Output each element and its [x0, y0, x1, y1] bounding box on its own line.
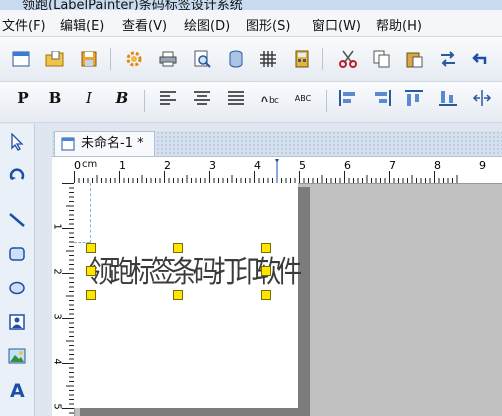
window-title: 领跑(LabelPainter)条码标签设计系统 — [22, 0, 243, 10]
menu-edit[interactable]: 编辑(E) — [60, 15, 104, 34]
menu-file[interactable]: 文件(F) — [2, 15, 46, 34]
save-icon[interactable] — [79, 49, 99, 69]
text-tool-icon[interactable]: A — [5, 378, 29, 402]
vertical-ruler: 1 2 3 4 5 — [52, 183, 75, 416]
ruler-v-label: 1 — [51, 223, 63, 230]
vertical-ruler-ticks — [62, 183, 74, 414]
print-icon[interactable] — [158, 49, 178, 69]
ruler-corner — [52, 157, 74, 183]
new-document-icon[interactable] — [11, 49, 31, 69]
svg-text:A: A — [10, 380, 25, 400]
standard-toolbar — [0, 37, 502, 82]
text-fit-button[interactable]: ABC — [290, 88, 316, 108]
align-center-icon[interactable] — [192, 88, 212, 108]
settings-gear-icon[interactable] — [124, 49, 144, 69]
text-wrap-icon[interactable]: bc — [260, 88, 280, 108]
title-bar: 领跑(LabelPainter)条码标签设计系统 — [0, 0, 502, 10]
ruler-h-label: 6 — [344, 159, 351, 172]
align-right-edge-icon[interactable] — [372, 88, 392, 108]
line-tool-icon[interactable] — [5, 208, 29, 232]
align-justify-icon[interactable] — [226, 88, 246, 108]
print-preview-icon[interactable] — [192, 49, 212, 69]
menu-help[interactable]: 帮助(H) — [376, 15, 422, 34]
paste-icon[interactable] — [404, 49, 424, 69]
drawing-toolbox: A — [0, 124, 35, 416]
selection-handle-bottom-left[interactable] — [86, 290, 96, 300]
rectangle-tool-icon[interactable] — [5, 242, 29, 266]
svg-text:c: c — [274, 96, 279, 106]
selection-handle-middle-right[interactable] — [261, 266, 271, 276]
grid-icon[interactable] — [258, 49, 278, 69]
ellipse-tool-icon[interactable] — [5, 276, 29, 300]
ruler-h-label: 7 — [389, 159, 396, 172]
document-tab[interactable]: 未命名-1 * — [54, 131, 155, 156]
ruler-h-label: 4 — [254, 159, 261, 172]
ruler-h-label: 9 — [479, 159, 486, 172]
selection-handle-bottom-right[interactable] — [261, 290, 271, 300]
menu-view[interactable]: 查看(V) — [122, 15, 167, 34]
ruler-v-label: 4 — [51, 358, 63, 365]
copy-icon[interactable] — [372, 49, 392, 69]
ruler-v-label: 5 — [51, 403, 63, 410]
ruler-v-label: 2 — [51, 268, 63, 275]
format-toolbar: P B I B bc ABC — [0, 82, 502, 123]
calculator-icon[interactable] — [292, 49, 312, 69]
distribute-icon[interactable] — [472, 88, 492, 108]
document-icon — [61, 137, 75, 151]
align-bottom-edge-icon[interactable] — [438, 88, 458, 108]
ruler-h-label: 0 — [74, 159, 81, 172]
flip-arrows-icon[interactable] — [438, 49, 458, 69]
undo-icon[interactable] — [470, 49, 490, 69]
guide-line-vertical — [90, 183, 91, 243]
ruler-h-label: 5 — [299, 159, 306, 172]
selection-handle-top-center[interactable] — [173, 243, 183, 253]
menu-shape[interactable]: 图形(S) — [246, 15, 290, 34]
database-icon[interactable] — [226, 49, 246, 69]
menu-window[interactable]: 窗口(W) — [312, 15, 361, 34]
document-tab-title: 未命名-1 * — [81, 136, 144, 151]
ruler-unit: cm — [82, 159, 98, 170]
ruler-h-label: 2 — [164, 159, 171, 172]
horizontal-ruler: cm 0 1 2 3 4 5 6 7 8 9 — [74, 157, 502, 184]
ruler-v-label: 3 — [51, 313, 63, 320]
align-left-edge-icon[interactable] — [338, 88, 358, 108]
ruler-h-label: 8 — [434, 159, 441, 172]
menu-bar: 文件(F) 编辑(E) 查看(V) 绘图(D) 图形(S) 窗口(W) 帮助(H… — [0, 10, 502, 37]
align-top-edge-icon[interactable] — [404, 88, 424, 108]
italic-button[interactable]: I — [79, 88, 99, 108]
ruler-h-label: 1 — [119, 159, 126, 172]
selection-handle-middle-left[interactable] — [86, 266, 96, 276]
picture-tool-icon[interactable] — [5, 344, 29, 368]
menu-draw[interactable]: 绘图(D) — [184, 15, 230, 34]
cut-icon[interactable] — [338, 49, 358, 69]
image-frame-tool-icon[interactable] — [5, 310, 29, 334]
document-tab-strip: 未命名-1 * — [52, 131, 502, 157]
selection-handle-top-left[interactable] — [86, 243, 96, 253]
open-folder-icon[interactable] — [45, 49, 65, 69]
selection-handle-top-right[interactable] — [261, 243, 271, 253]
rotate-tool-icon[interactable] — [5, 164, 29, 188]
align-left-icon[interactable] — [158, 88, 178, 108]
bold-italic-button[interactable]: B — [112, 88, 132, 108]
pointer-tool-icon[interactable] — [5, 130, 29, 154]
bold-p-button[interactable]: P — [13, 88, 33, 108]
bold-button[interactable]: B — [45, 88, 65, 108]
selection-handle-bottom-center[interactable] — [173, 290, 183, 300]
ruler-h-label: 3 — [209, 159, 216, 172]
